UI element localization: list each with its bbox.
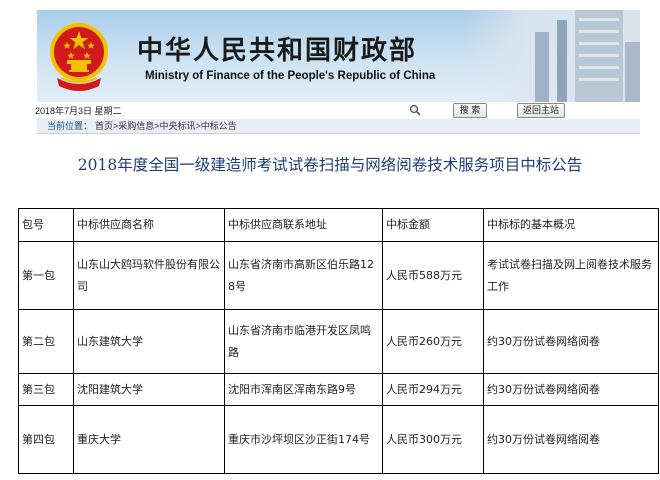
breadcrumb-path[interactable]: 首页>采购信息>中央标讯>中标公告	[95, 119, 237, 134]
cell-package-no: 第三包	[18, 373, 74, 406]
cell-package-no: 第一包	[18, 241, 74, 310]
cell-supplier-address: 山东省济南市高新区伯乐路128号	[224, 241, 383, 310]
cell-award-amount: 人民币260万元	[382, 309, 484, 374]
breadcrumb-label: 当前位置：	[47, 121, 93, 131]
cell-supplier-address: 重庆市沙坪坝区沙正街174号	[224, 405, 383, 474]
cell-package-no: 第二包	[18, 309, 74, 374]
search-icon	[409, 104, 421, 116]
cell-supplier-address: 沈阳市浑南区浑南东路9号	[224, 373, 383, 406]
cell-supplier-name: 重庆大学	[73, 405, 225, 474]
breadcrumb: 当前位置： 首页>采购信息>中央标讯>中标公告	[37, 119, 640, 134]
national-emblem-logo	[50, 23, 108, 91]
cell-award-summary: 考试试卷扫描及网上阅卷技术服务工作	[483, 241, 659, 310]
table-row: 第一包 山东山大鸥玛软件股份有限公司 山东省济南市高新区伯乐路128号 人民币5…	[18, 241, 659, 310]
cell-package-no: 第四包	[18, 405, 74, 474]
search-button[interactable]: 搜 索	[453, 103, 487, 118]
site-title-chinese: 中华人民共和国财政部	[137, 36, 418, 66]
building-illustration	[465, 10, 640, 102]
award-table: 包号 中标供应商名称 中标供应商联系地址 中标金额 中标标的基本概况 第一包 山…	[18, 208, 659, 474]
table-row: 第四包 重庆大学 重庆市沙坪坝区沙正街174号 人民币300万元 约30万份试卷…	[18, 405, 659, 474]
header-supplier-address: 中标供应商联系地址	[224, 208, 383, 242]
back-to-main-site-button[interactable]: 返回主站	[517, 103, 565, 118]
table-header-row: 包号 中标供应商名称 中标供应商联系地址 中标金额 中标标的基本概况	[18, 208, 659, 242]
cell-supplier-address: 山东省济南市临港开发区凤鸣路	[224, 309, 383, 374]
date-search-bar: 2018年7月3日 星期二 搜 索 返回主站	[35, 102, 640, 119]
header-supplier-name: 中标供应商名称	[73, 208, 225, 242]
header-banner: 中华人民共和国财政部 Ministry of Finance of the Pe…	[37, 10, 640, 102]
header-award-amount: 中标金额	[382, 208, 484, 242]
cell-award-summary: 约30万份试卷网络阅卷	[483, 373, 659, 406]
cell-supplier-name: 山东山大鸥玛软件股份有限公司	[73, 241, 225, 310]
header-package-no: 包号	[18, 208, 74, 242]
cell-award-summary: 约30万份试卷网络阅卷	[483, 405, 659, 474]
current-date: 2018年7月3日 星期二	[35, 106, 122, 116]
site-title-english: Ministry of Finance of the People's Repu…	[145, 70, 436, 82]
page-title: 2018年度全国一级建造师考试试卷扫描与网络阅卷技术服务项目中标公告	[77, 156, 583, 174]
table-row: 第三包 沈阳建筑大学 沈阳市浑南区浑南东路9号 人民币294万元 约30万份试卷…	[18, 373, 659, 406]
table-row: 第二包 山东建筑大学 山东省济南市临港开发区凤鸣路 人民币260万元 约30万份…	[18, 309, 659, 374]
header-award-summary: 中标标的基本概况	[483, 208, 659, 242]
cell-award-amount: 人民币588万元	[382, 241, 484, 310]
cell-award-summary: 约30万份试卷网络阅卷	[483, 309, 659, 374]
cell-supplier-name: 山东建筑大学	[73, 309, 225, 374]
cell-award-amount: 人民币294万元	[382, 373, 484, 406]
cell-supplier-name: 沈阳建筑大学	[73, 373, 225, 406]
cell-award-amount: 人民币300万元	[382, 405, 484, 474]
